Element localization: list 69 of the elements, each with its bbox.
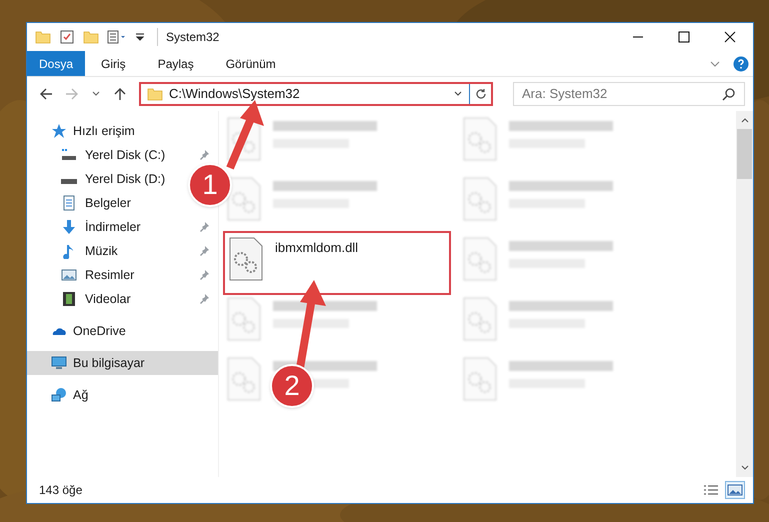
ribbon-tab[interactable]: Paylaş <box>142 51 210 76</box>
gear-file-icon <box>227 357 261 401</box>
search-input[interactable]: Ara: System32 <box>522 84 722 104</box>
help-icon[interactable] <box>733 56 749 72</box>
file-tab[interactable]: Dosya <box>27 51 86 76</box>
drive-icon <box>61 147 77 163</box>
gear-file-icon <box>463 177 497 221</box>
pin-icon[interactable] <box>198 149 210 161</box>
sidebar-item[interactable]: Ağ <box>27 383 218 407</box>
sidebar-label: Hızlı erişim <box>73 122 135 140</box>
sidebar-item[interactable]: Müzik <box>85 242 118 260</box>
star-icon <box>51 123 67 139</box>
new-folder-icon <box>83 29 99 45</box>
image-icon <box>61 267 77 283</box>
gear-file-icon <box>229 237 263 281</box>
gear-file-icon <box>463 117 497 161</box>
sidebar-item[interactable]: OneDrive <box>27 319 218 343</box>
gear-file-icon <box>227 177 261 221</box>
dropdown-icon[interactable] <box>135 32 145 42</box>
up-arrow-icon[interactable] <box>113 87 127 101</box>
film-icon <box>61 291 77 307</box>
list-icon <box>703 484 719 496</box>
sidebar-item[interactable]: Resimler <box>85 266 134 284</box>
sidebar-item[interactable]: Belgeler <box>85 194 131 212</box>
large-icons-view-button[interactable] <box>725 481 745 499</box>
file-name[interactable]: ibmxmldom.dll <box>275 241 358 254</box>
ribbon-tab[interactable]: Görünüm <box>210 51 292 76</box>
search-field[interactable]: Ara: System32 <box>513 82 745 106</box>
scrollbar[interactable] <box>736 111 753 477</box>
sidebar-label: Bu bilgisayar <box>73 354 145 372</box>
gear-file-icon <box>227 297 261 341</box>
gear-file-icon <box>463 237 497 281</box>
address-bar[interactable]: C:\Windows\System32 <box>139 82 493 106</box>
sidebar-label: Ağ <box>73 386 88 404</box>
folder-icon <box>35 29 51 45</box>
monitor-icon <box>51 355 67 371</box>
back-arrow-icon[interactable] <box>39 87 53 101</box>
window-title: System32 <box>157 28 220 46</box>
download-icon <box>61 219 77 235</box>
pin-icon[interactable] <box>198 293 210 305</box>
network-icon <box>51 387 67 403</box>
checklist-icon[interactable] <box>59 29 75 45</box>
sidebar-item[interactable]: Yerel Disk (C:) <box>85 146 166 164</box>
gear-file-icon <box>463 297 497 341</box>
ribbon-tab[interactable]: Giriş <box>85 51 142 76</box>
gear-file-icon <box>227 117 261 161</box>
pin-icon[interactable] <box>198 269 210 281</box>
pin-icon[interactable] <box>198 221 210 233</box>
callout-arrow <box>226 100 266 170</box>
drive-icon <box>61 179 77 184</box>
sidebar-item[interactable]: Hızlı erişim <box>27 119 218 143</box>
image-icon <box>727 484 743 496</box>
gear-file-icon <box>463 357 497 401</box>
sidebar-label: OneDrive <box>73 322 126 340</box>
maximize-icon <box>678 31 690 43</box>
properties-icon[interactable] <box>107 29 127 45</box>
document-icon <box>61 195 77 211</box>
sidebar-item[interactable]: Bu bilgisayar <box>27 351 218 375</box>
search-icon <box>722 87 736 101</box>
pin-icon[interactable] <box>198 245 210 257</box>
close-icon <box>724 31 736 43</box>
sidebar-item[interactable]: Yerel Disk (D:) <box>85 170 166 188</box>
refresh-icon <box>474 88 486 100</box>
sidebar-item[interactable]: Videolar <box>85 290 131 308</box>
item-count: 143 öğe <box>39 482 82 499</box>
scroll-thumb[interactable] <box>737 129 752 179</box>
address-path: C:\Windows\System32 <box>169 85 300 104</box>
folder-icon <box>147 86 163 102</box>
sidebar-item[interactable]: İndirmeler <box>85 218 141 236</box>
